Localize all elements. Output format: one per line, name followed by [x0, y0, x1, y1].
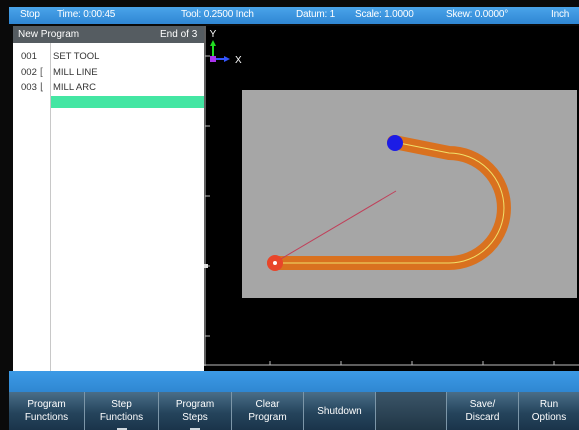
step-name: MILL ARC [53, 82, 96, 93]
step-name: MILL LINE [53, 67, 98, 78]
softkey-label-1: Run [539, 399, 559, 410]
softkey-label-1: Clear [255, 399, 280, 410]
step-functions-button[interactable]: Step Functions [85, 392, 159, 430]
softkey-label-1: Step [111, 399, 132, 410]
tool-readout: Tool: 0.2500 Inch [181, 9, 254, 20]
x-axis-label: X [235, 55, 242, 66]
step-bracket: [ [40, 67, 43, 78]
softkey-label-1: Program [175, 399, 215, 410]
screen: Stop Time: 0:00:45 Tool: 0.2500 Inch Dat… [0, 0, 579, 430]
run-options-button[interactable]: Run Options [519, 392, 579, 430]
step-row-001[interactable]: 001 SET TOOL [13, 51, 204, 63]
step-number: 001 [21, 51, 37, 62]
left-ruler [204, 26, 210, 366]
datum-readout: Datum: 1 [296, 9, 335, 20]
softkey-label-2: Functions [99, 412, 144, 423]
softkey-label-2: Program [248, 412, 287, 423]
clear-program-button[interactable]: Clear Program [232, 392, 304, 430]
softkey-label-2: Functions [24, 412, 69, 423]
list-divider [50, 43, 51, 371]
blank-softkey [376, 392, 447, 430]
axis-indicator: Y X [210, 29, 242, 66]
origin-tick [204, 264, 208, 268]
step-bracket: ⌊ [40, 82, 44, 93]
program-functions-button[interactable]: Program Functions [9, 392, 85, 430]
step-number: 003 [21, 82, 37, 93]
y-axis-label: Y [210, 29, 217, 40]
mode-status: Stop [20, 9, 40, 20]
softkey-label-2: Options [531, 412, 567, 423]
program-title: New Program [18, 29, 80, 40]
softkey-label-1: Program [27, 399, 66, 410]
toolpath-graphic: Y X [204, 26, 579, 366]
start-marker [387, 135, 403, 151]
save-discard-button[interactable]: Save/ Discard [447, 392, 519, 430]
shutdown-button[interactable]: Shutdown [304, 392, 376, 430]
step-name: SET TOOL [53, 51, 100, 62]
softkey-bar: Program Functions Step Functions Program… [9, 392, 579, 430]
step-row-003[interactable]: 003 ⌊ MILL ARC [13, 82, 204, 94]
softkey-label-2: Discard [465, 412, 500, 423]
new-step-row[interactable] [51, 96, 204, 108]
time-readout: Time: 0:00:45 [57, 9, 116, 20]
toolpath-viewport[interactable]: Y X [204, 26, 579, 371]
step-row-002[interactable]: 002 [ MILL LINE [13, 67, 204, 79]
tool-center-dot [273, 261, 277, 265]
message-bar [9, 371, 579, 392]
softkey-label-2: Steps [182, 412, 208, 423]
program-position: End of 3 [160, 29, 198, 40]
scale-readout: Scale: 1.0000 [355, 9, 414, 20]
program-header: New Program End of 3 [13, 26, 204, 43]
program-step-list[interactable]: 001 SET TOOL 002 [ MILL LINE 003 ⌊ MILL … [13, 43, 204, 371]
program-steps-button[interactable]: Program Steps [159, 392, 232, 430]
step-number: 002 [21, 67, 37, 78]
bottom-ruler [204, 361, 579, 366]
skew-readout: Skew: 0.0000° [446, 9, 508, 20]
status-bar: Stop Time: 0:00:45 Tool: 0.2500 Inch Dat… [9, 7, 579, 24]
left-ruler-ticks [204, 264, 208, 268]
softkey-label-1: Shutdown [317, 405, 362, 417]
units-readout: Inch [551, 9, 570, 20]
softkey-label-1: Save/ [469, 399, 496, 410]
